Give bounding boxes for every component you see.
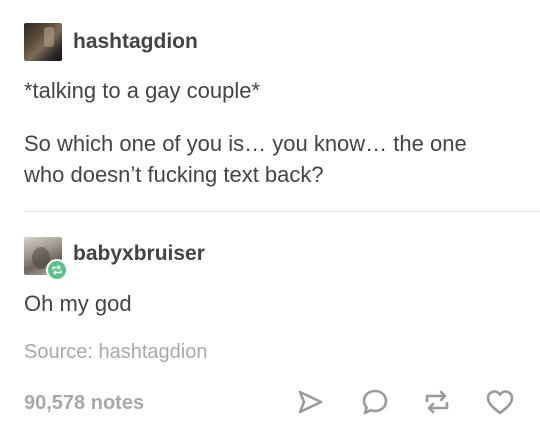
post-text-line: who doesn’t fucking text back? bbox=[24, 162, 324, 187]
reblog-icon bbox=[422, 388, 452, 416]
tumblr-post: hashtagdion *talking to a gay couple* So… bbox=[0, 0, 540, 438]
post-text-line: *talking to a gay couple* bbox=[24, 78, 261, 103]
divider bbox=[24, 211, 540, 212]
share-icon bbox=[296, 389, 324, 415]
share-button[interactable] bbox=[294, 386, 326, 418]
post-text-line: So which one of you is… you know… the on… bbox=[24, 131, 467, 156]
original-username[interactable]: hashtagdion bbox=[73, 30, 198, 54]
notes-count[interactable]: 90,578 notes bbox=[24, 392, 144, 415]
reply-icon bbox=[361, 388, 389, 416]
avatar[interactable] bbox=[24, 23, 62, 61]
like-button[interactable] bbox=[484, 386, 516, 418]
reply-button[interactable] bbox=[359, 386, 391, 418]
reblog-button[interactable] bbox=[421, 386, 453, 418]
reblog-badge-icon bbox=[46, 259, 68, 281]
heart-icon bbox=[485, 388, 515, 416]
reblog-comment: Oh my god bbox=[24, 291, 132, 316]
source-link[interactable]: Source: hashtagdion bbox=[24, 341, 207, 364]
reblogger-username[interactable]: babyxbruiser bbox=[73, 242, 205, 266]
